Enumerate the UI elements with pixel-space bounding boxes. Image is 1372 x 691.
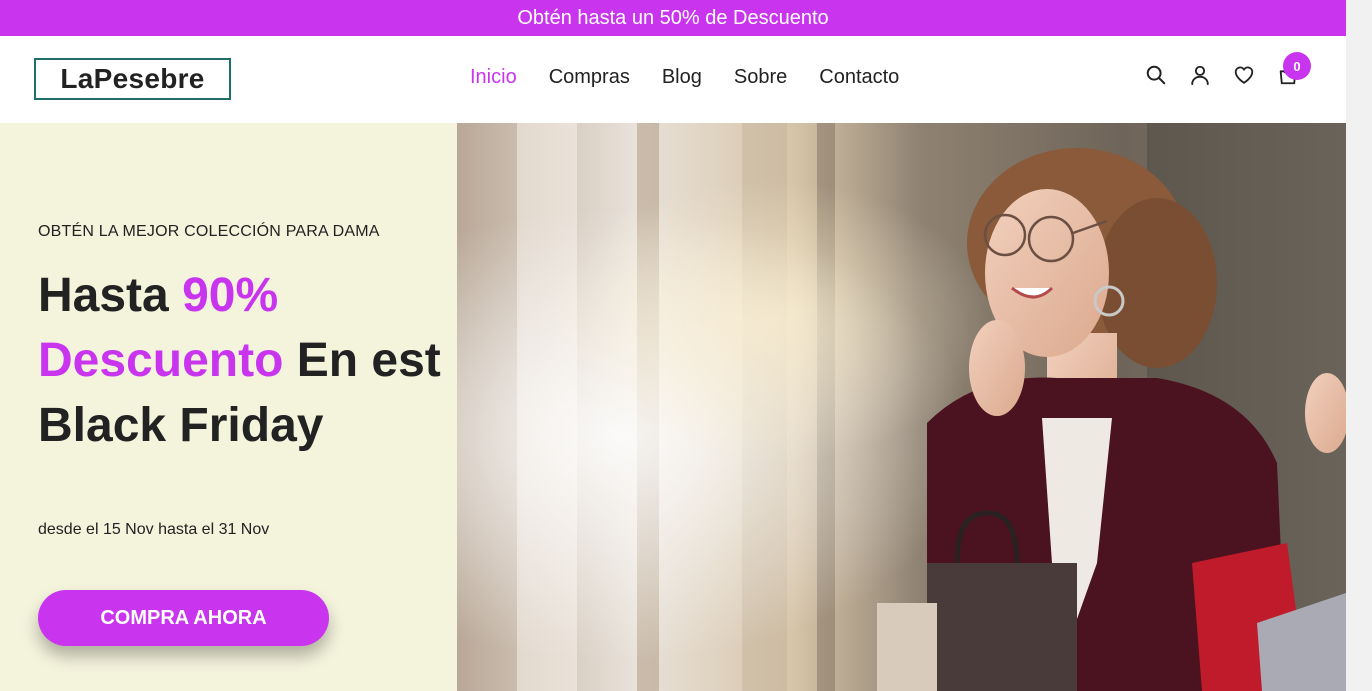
header-icons: 0 — [1145, 52, 1311, 86]
page-scrollbar[interactable] — [1346, 0, 1372, 691]
nav-item-blog[interactable]: Blog — [662, 66, 702, 89]
nav-item-inicio[interactable]: Inicio — [470, 66, 517, 89]
hero-photo-illustration — [457, 123, 1346, 691]
headline-part-3: Black Friday — [38, 399, 324, 452]
hero-eyebrow: OBTÉN LA MEJOR COLECCIÓN PARA DAMA — [38, 223, 380, 240]
hero-headline: Hasta 90% Descuento En est Black Friday — [38, 263, 468, 458]
nav-item-contacto[interactable]: Contacto — [819, 66, 899, 89]
headline-accent-percent: 90% — [182, 269, 279, 322]
cart-count-badge: 0 — [1283, 52, 1311, 80]
promo-banner: Obtén hasta un 50% de Descuento — [0, 0, 1346, 36]
site-header: LaPesebre Inicio Compras Blog Sobre Cont… — [0, 36, 1346, 123]
nav-item-compras[interactable]: Compras — [549, 66, 630, 89]
shop-now-button[interactable]: COMPRA AHORA — [38, 590, 329, 646]
user-icon[interactable] — [1189, 64, 1211, 86]
hero-section: OBTÉN LA MEJOR COLECCIÓN PARA DAMA Hasta… — [0, 123, 1346, 691]
headline-part-2: En est — [283, 334, 441, 387]
hero-date-range: desde el 15 Nov hasta el 31 Nov — [38, 521, 270, 538]
heart-icon[interactable] — [1233, 64, 1255, 86]
main-nav: Inicio Compras Blog Sobre Contacto — [470, 66, 899, 89]
cart-button[interactable]: 0 — [1277, 52, 1311, 86]
headline-part-1: Hasta — [38, 269, 183, 322]
site-logo[interactable]: LaPesebre — [34, 58, 231, 100]
nav-item-sobre[interactable]: Sobre — [734, 66, 787, 89]
promo-text: Obtén hasta un 50% de Descuento — [517, 6, 829, 29]
search-icon[interactable] — [1145, 64, 1167, 86]
hero-image-woman-shopping — [457, 123, 1346, 691]
headline-accent-discount: Descuento — [38, 334, 284, 387]
